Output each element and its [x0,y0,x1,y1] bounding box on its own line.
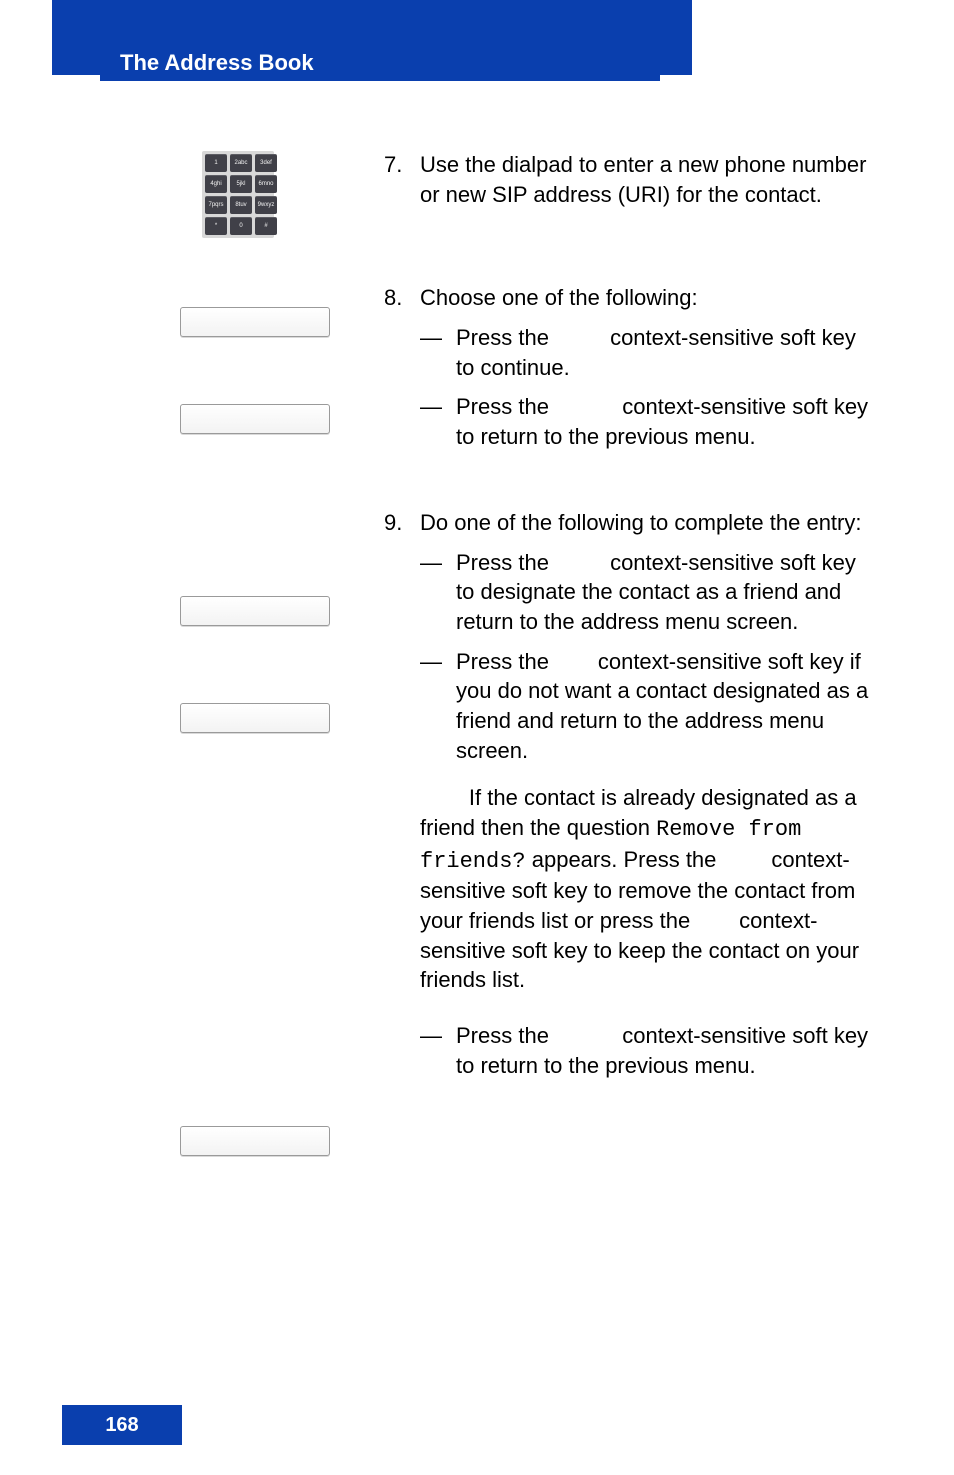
dialpad-key: 7pqrs [205,196,227,214]
dialpad-key: 6mno [255,175,277,193]
sub-text: Press the context-sensitive soft key to … [456,548,874,637]
bullet-dash: — [420,392,456,451]
step-number: 7. [384,150,420,209]
bullet-dash: — [420,1021,456,1080]
dialpad-key: * [205,217,227,235]
body-text: 7. Use the dialpad to enter a new phone … [384,150,874,1081]
dialpad-key: 8tuv [230,196,252,214]
step-text: Use the dialpad to enter a new phone num… [420,150,874,209]
sub-text: Press the context-sensitive soft key to … [456,323,874,382]
dialpad-key: 9wxyz [255,196,277,214]
softkey-button[interactable] [180,703,330,733]
header: The Address Book [100,45,660,81]
bullet-dash: — [420,647,456,766]
dialpad-icon: 1 2abc 3def 4ghi 5jkl 6mno 7pqrs 8tuv 9w… [202,151,274,238]
step-number: 8. [384,283,420,451]
sub-text: Press the context-sensitive soft key if … [456,647,874,766]
softkey-button[interactable] [180,307,330,337]
bullet-dash: — [420,323,456,382]
softkey-button[interactable] [180,404,330,434]
page-title: The Address Book [120,50,314,76]
softkey-button[interactable] [180,596,330,626]
dialpad-key: # [255,217,277,235]
page-number: 168 [62,1405,182,1445]
dialpad-key: 4ghi [205,175,227,193]
dialpad-key: 3def [255,154,277,172]
dialpad-key: 5jkl [230,175,252,193]
dialpad-key: 1 [205,154,227,172]
sub-text: Press the context-sensitive soft key to … [456,392,874,451]
dialpad-key: 2abc [230,154,252,172]
sub-text: Press the context-sensitive soft key to … [456,1021,874,1080]
note-text: If the contact is already designated as … [420,783,874,995]
step-text: Do one of the following to complete the … [420,508,874,538]
bullet-dash: — [420,548,456,637]
dialpad-key: 0 [230,217,252,235]
step-text: Choose one of the following: [420,283,874,313]
softkey-button[interactable] [180,1126,330,1156]
step-number: 9. [384,508,420,1081]
